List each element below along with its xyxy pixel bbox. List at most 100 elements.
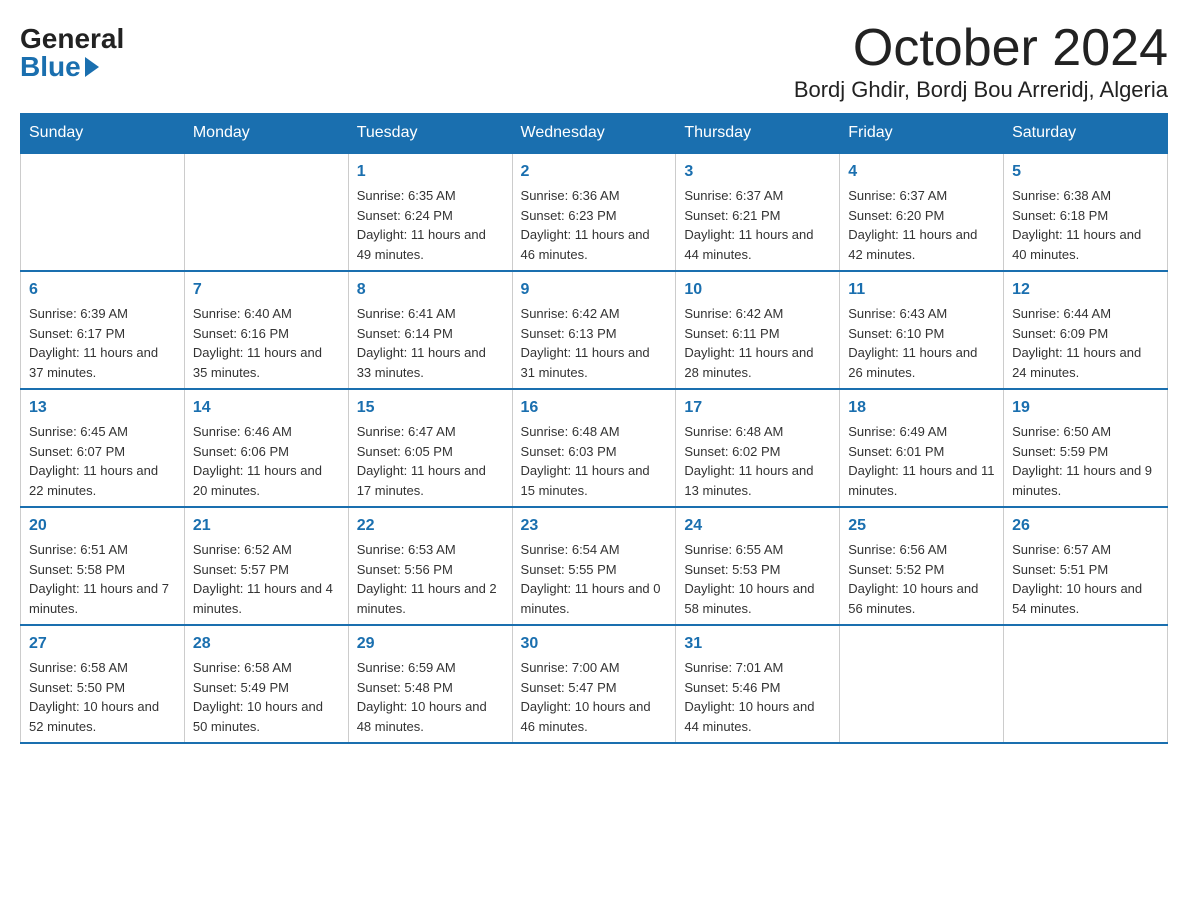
day-number: 7 — [193, 278, 340, 302]
daylight-text: Daylight: 11 hours and 35 minutes. — [193, 343, 340, 382]
sunset-text: Sunset: 6:07 PM — [29, 442, 176, 462]
day-of-week-header: Tuesday — [348, 114, 512, 154]
sunset-text: Sunset: 5:46 PM — [684, 678, 831, 698]
daylight-text: Daylight: 11 hours and 2 minutes. — [357, 579, 504, 618]
calendar-cell: 2Sunrise: 6:36 AMSunset: 6:23 PMDaylight… — [512, 153, 676, 271]
day-number: 16 — [521, 396, 668, 420]
calendar-cell: 7Sunrise: 6:40 AMSunset: 6:16 PMDaylight… — [184, 271, 348, 389]
sunset-text: Sunset: 5:48 PM — [357, 678, 504, 698]
sunrise-text: Sunrise: 6:57 AM — [1012, 540, 1159, 560]
calendar-cell: 16Sunrise: 6:48 AMSunset: 6:03 PMDayligh… — [512, 389, 676, 507]
logo-arrow-icon — [85, 57, 99, 77]
calendar-cell: 20Sunrise: 6:51 AMSunset: 5:58 PMDayligh… — [21, 507, 185, 625]
day-number: 12 — [1012, 278, 1159, 302]
sunrise-text: Sunrise: 6:35 AM — [357, 186, 504, 206]
sunset-text: Sunset: 5:58 PM — [29, 560, 176, 580]
sunrise-text: Sunrise: 7:01 AM — [684, 658, 831, 678]
day-number: 22 — [357, 514, 504, 538]
day-number: 30 — [521, 632, 668, 656]
sunrise-text: Sunrise: 6:53 AM — [357, 540, 504, 560]
sunset-text: Sunset: 6:18 PM — [1012, 206, 1159, 226]
daylight-text: Daylight: 11 hours and 40 minutes. — [1012, 225, 1159, 264]
sunrise-text: Sunrise: 6:42 AM — [521, 304, 668, 324]
calendar-table: SundayMondayTuesdayWednesdayThursdayFrid… — [20, 113, 1168, 744]
day-number: 15 — [357, 396, 504, 420]
daylight-text: Daylight: 11 hours and 46 minutes. — [521, 225, 668, 264]
sunrise-text: Sunrise: 6:47 AM — [357, 422, 504, 442]
daylight-text: Daylight: 11 hours and 4 minutes. — [193, 579, 340, 618]
sunrise-text: Sunrise: 6:58 AM — [193, 658, 340, 678]
calendar-cell: 28Sunrise: 6:58 AMSunset: 5:49 PMDayligh… — [184, 625, 348, 743]
daylight-text: Daylight: 11 hours and 15 minutes. — [521, 461, 668, 500]
calendar-cell: 31Sunrise: 7:01 AMSunset: 5:46 PMDayligh… — [676, 625, 840, 743]
sunrise-text: Sunrise: 6:46 AM — [193, 422, 340, 442]
sunrise-text: Sunrise: 6:40 AM — [193, 304, 340, 324]
calendar-cell: 10Sunrise: 6:42 AMSunset: 6:11 PMDayligh… — [676, 271, 840, 389]
day-number: 29 — [357, 632, 504, 656]
sunset-text: Sunset: 6:03 PM — [521, 442, 668, 462]
sunset-text: Sunset: 5:52 PM — [848, 560, 995, 580]
calendar-cell: 11Sunrise: 6:43 AMSunset: 6:10 PMDayligh… — [840, 271, 1004, 389]
calendar-cell: 24Sunrise: 6:55 AMSunset: 5:53 PMDayligh… — [676, 507, 840, 625]
daylight-text: Daylight: 11 hours and 11 minutes. — [848, 461, 995, 500]
calendar-cell: 26Sunrise: 6:57 AMSunset: 5:51 PMDayligh… — [1004, 507, 1168, 625]
day-number: 24 — [684, 514, 831, 538]
calendar-cell: 19Sunrise: 6:50 AMSunset: 5:59 PMDayligh… — [1004, 389, 1168, 507]
day-number: 23 — [521, 514, 668, 538]
calendar-cell — [184, 153, 348, 271]
calendar-cell: 15Sunrise: 6:47 AMSunset: 6:05 PMDayligh… — [348, 389, 512, 507]
day-of-week-header: Sunday — [21, 114, 185, 154]
sunset-text: Sunset: 6:02 PM — [684, 442, 831, 462]
header: General Blue October 2024 Bordj Ghdir, B… — [20, 20, 1168, 103]
logo-general-text: General — [20, 25, 124, 53]
sunset-text: Sunset: 6:06 PM — [193, 442, 340, 462]
daylight-text: Daylight: 11 hours and 31 minutes. — [521, 343, 668, 382]
calendar-cell: 30Sunrise: 7:00 AMSunset: 5:47 PMDayligh… — [512, 625, 676, 743]
sunset-text: Sunset: 6:11 PM — [684, 324, 831, 344]
sunrise-text: Sunrise: 6:48 AM — [521, 422, 668, 442]
daylight-text: Daylight: 10 hours and 50 minutes. — [193, 697, 340, 736]
daylight-text: Daylight: 11 hours and 9 minutes. — [1012, 461, 1159, 500]
sunset-text: Sunset: 6:14 PM — [357, 324, 504, 344]
day-number: 13 — [29, 396, 176, 420]
day-number: 11 — [848, 278, 995, 302]
day-number: 17 — [684, 396, 831, 420]
sunrise-text: Sunrise: 6:49 AM — [848, 422, 995, 442]
daylight-text: Daylight: 11 hours and 17 minutes. — [357, 461, 504, 500]
calendar-header-row: SundayMondayTuesdayWednesdayThursdayFrid… — [21, 114, 1168, 154]
daylight-text: Daylight: 11 hours and 7 minutes. — [29, 579, 176, 618]
day-number: 26 — [1012, 514, 1159, 538]
sunset-text: Sunset: 6:01 PM — [848, 442, 995, 462]
calendar-cell: 22Sunrise: 6:53 AMSunset: 5:56 PMDayligh… — [348, 507, 512, 625]
calendar-week-row: 13Sunrise: 6:45 AMSunset: 6:07 PM Dayligh… — [21, 389, 1168, 507]
daylight-text: Daylight: 11 hours and 33 minutes. — [357, 343, 504, 382]
day-of-week-header: Saturday — [1004, 114, 1168, 154]
day-number: 14 — [193, 396, 340, 420]
sunset-text: Sunset: 6:21 PM — [684, 206, 831, 226]
calendar-cell: 21Sunrise: 6:52 AMSunset: 5:57 PMDayligh… — [184, 507, 348, 625]
daylight-text: Daylight: 11 hours and 37 minutes. — [29, 343, 176, 382]
sunset-text: Sunset: 5:56 PM — [357, 560, 504, 580]
sunset-text: Sunset: 6:23 PM — [521, 206, 668, 226]
day-number: 1 — [357, 160, 504, 184]
calendar-cell — [21, 153, 185, 271]
sunset-text: Sunset: 5:50 PM — [29, 678, 176, 698]
calendar-cell: 1Sunrise: 6:35 AMSunset: 6:24 PMDaylight… — [348, 153, 512, 271]
calendar-cell: 14Sunrise: 6:46 AMSunset: 6:06 PMDayligh… — [184, 389, 348, 507]
sunrise-text: Sunrise: 6:45 AM — [29, 422, 176, 442]
sunset-text: Sunset: 6:05 PM — [357, 442, 504, 462]
day-number: 4 — [848, 160, 995, 184]
day-number: 31 — [684, 632, 831, 656]
calendar-week-row: 27Sunrise: 6:58 AMSunset: 5:50 PMDayligh… — [21, 625, 1168, 743]
sunrise-text: Sunrise: 6:59 AM — [357, 658, 504, 678]
sunset-text: Sunset: 5:49 PM — [193, 678, 340, 698]
sunset-text: Sunset: 6:16 PM — [193, 324, 340, 344]
sunrise-text: Sunrise: 6:50 AM — [1012, 422, 1159, 442]
sunset-text: Sunset: 5:51 PM — [1012, 560, 1159, 580]
daylight-text: Daylight: 10 hours and 52 minutes. — [29, 697, 176, 736]
daylight-text: Daylight: 10 hours and 58 minutes. — [684, 579, 831, 618]
logo-blue-text: Blue — [20, 53, 99, 81]
calendar-cell: 27Sunrise: 6:58 AMSunset: 5:50 PMDayligh… — [21, 625, 185, 743]
calendar-cell: 23Sunrise: 6:54 AMSunset: 5:55 PMDayligh… — [512, 507, 676, 625]
daylight-text: Daylight: 11 hours and 42 minutes. — [848, 225, 995, 264]
